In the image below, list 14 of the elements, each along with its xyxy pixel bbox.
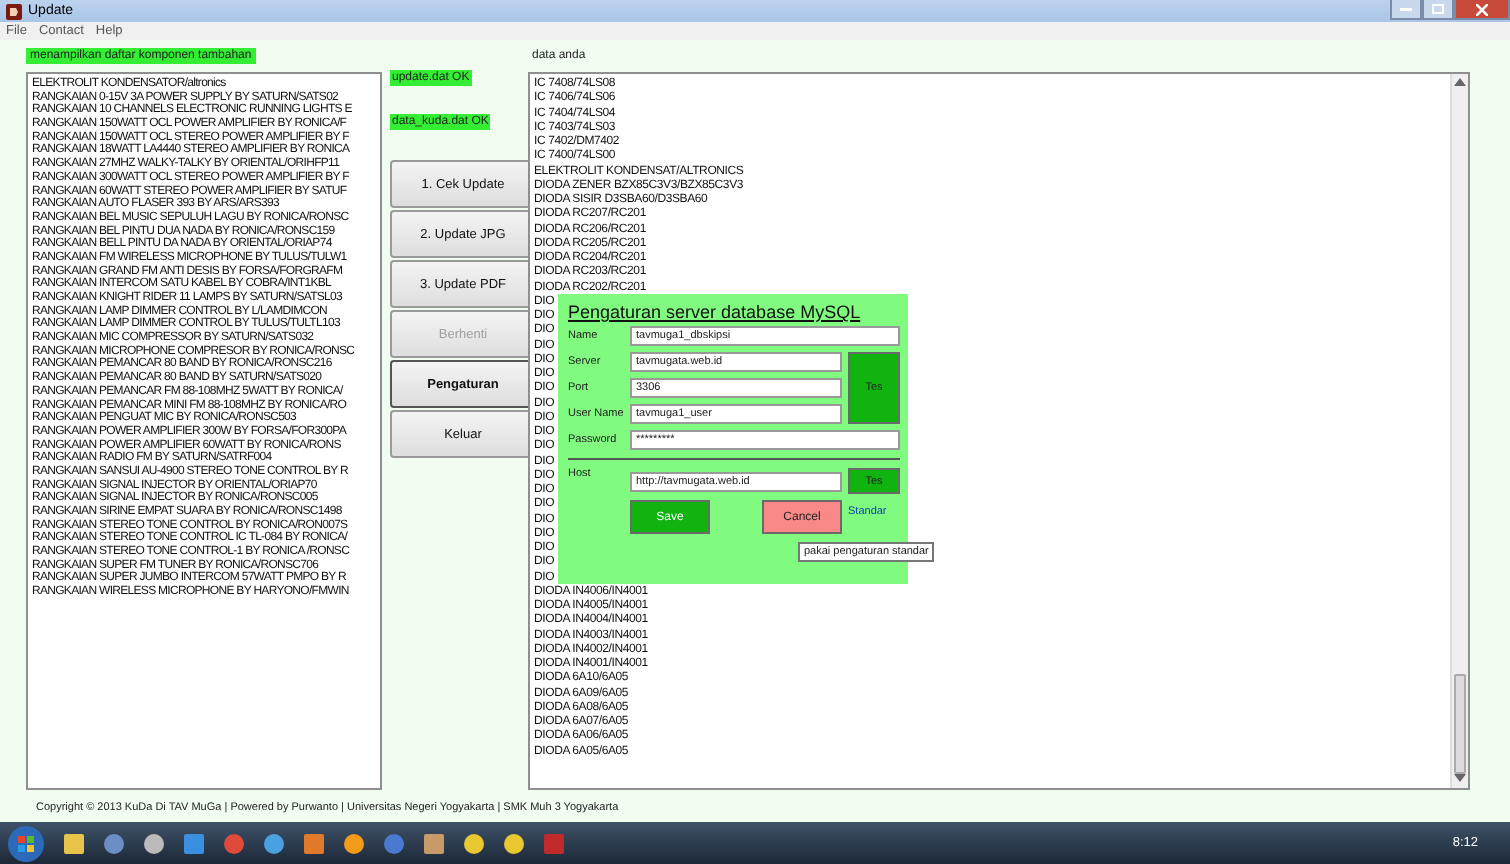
panel-title: Pengaturan server database MySQL: [568, 302, 863, 323]
maximize-button[interactable]: [1422, 0, 1454, 20]
close-icon: [1476, 3, 1488, 15]
start-button[interactable]: [8, 825, 44, 861]
close-button[interactable]: [1454, 0, 1510, 20]
maximize-icon: [1432, 4, 1444, 14]
app-icon: [6, 3, 22, 20]
data-list[interactable]: [528, 72, 1470, 791]
minimize-icon: [1400, 6, 1412, 12]
scrollbar[interactable]: [1450, 74, 1468, 789]
minimize-button[interactable]: [1390, 0, 1422, 20]
scrollbar-thumb[interactable]: [1454, 674, 1466, 775]
component-list[interactable]: [26, 72, 382, 791]
scroll-up-icon[interactable]: [1454, 78, 1466, 89]
